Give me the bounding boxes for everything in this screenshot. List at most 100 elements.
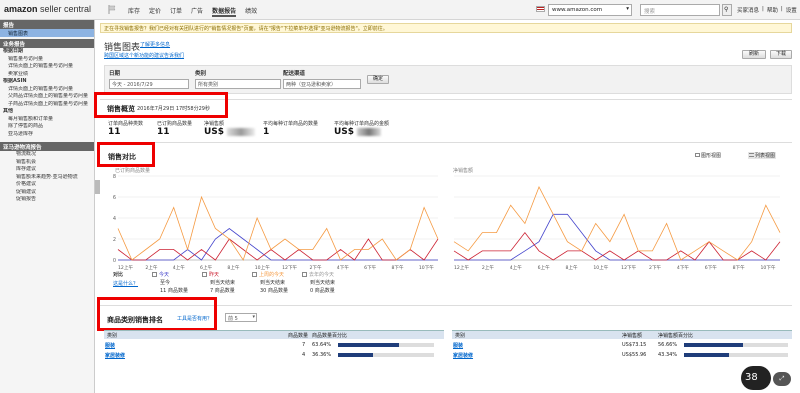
y-tick-label: 4 — [113, 216, 116, 222]
highlight-box — [97, 142, 155, 167]
x-tick-label: 4下午 — [337, 264, 350, 271]
nav-pricing[interactable]: 定价 — [149, 6, 161, 17]
refresh-button[interactable]: 刷新 — [742, 50, 766, 59]
pct-bar — [338, 343, 434, 347]
helper-link[interactable]: 工具是否有用？ — [177, 315, 212, 322]
nav-reports[interactable]: 数据报告 — [212, 6, 237, 17]
whats-this-link[interactable]: 这是什么？ — [113, 280, 138, 287]
metric-value: 1 — [263, 127, 270, 137]
row-pct: 56.66% — [658, 342, 678, 348]
date-select[interactable]: 今天 - 2016/7/29 — [109, 79, 189, 89]
x-tick-label: 8上午 — [227, 264, 240, 271]
right-table-header: 类别 净销售额 净销售额百分比 — [452, 330, 792, 339]
blurred-value — [357, 128, 381, 136]
legend-sub: 至今 — [160, 280, 171, 286]
metric-label: 已订购商品数量 — [157, 121, 193, 127]
notice-banner: 正在寻找销售报告？我们已经对有关团队进行的"销售情况报告"页面，请在"报告"下拉… — [100, 23, 792, 33]
pct-bar — [684, 353, 788, 357]
y-tick-label: 0 — [113, 258, 116, 264]
sidebar-item[interactable]: 亚马逊库存 — [0, 131, 94, 139]
net-sales-chart: 12上午 2上午 4上午 6上午 8上午 10上午 12下午 2下午 4下午 6下午 8下午 10下午 — [453, 175, 781, 271]
x-tick-label: 8下午 — [733, 264, 746, 271]
checkbox[interactable] — [202, 272, 207, 277]
x-tick-label: 2上午 — [482, 264, 495, 271]
sidebar-group-title: 根据ASIN — [3, 78, 27, 84]
marketplace-select[interactable]: www.amazon.com ▾ — [548, 4, 632, 16]
search-icon: ⚲ — [724, 6, 729, 13]
sidebar-item[interactable]: 子商品详情页面上的销售量与访问量 — [0, 101, 94, 109]
category-link[interactable]: 家居装修 — [453, 352, 473, 359]
row-count: 4 — [302, 352, 306, 358]
sidebar-item[interactable]: 销售额未来趋势·亚马逊物流 — [0, 174, 94, 182]
metric-value: 11 — [108, 127, 121, 137]
list-view-toggle[interactable]: 列表视图 — [748, 152, 777, 159]
top-links: 买家消息 | 帮助 | 设置 — [737, 6, 797, 14]
date-label: 日期 — [109, 71, 121, 77]
row-pct: 63.64% — [312, 342, 332, 348]
expand-icon[interactable]: ⤢ — [773, 372, 791, 386]
series-line — [117, 195, 439, 261]
apply-button[interactable]: 确定 — [367, 75, 389, 84]
metric-value: 11 — [157, 127, 170, 137]
sidebar-item[interactable]: 详情页面上的销售量与访问量 — [0, 63, 94, 71]
buyer-messages-link[interactable]: 买家消息 — [737, 6, 759, 14]
chart-icon — [695, 153, 700, 157]
x-tick-label: 6上午 — [538, 264, 551, 271]
legend-sub: 到当天结束 — [260, 280, 286, 286]
graph-view-toggle[interactable]: 图形视图 — [695, 152, 721, 159]
nav-orders[interactable]: 订单 — [170, 6, 182, 17]
checkbox[interactable] — [252, 272, 257, 277]
top-n-select[interactable]: 前 5 ▾ — [225, 313, 257, 322]
sidebar-item-sales-dashboard[interactable]: 销售图表 — [0, 29, 94, 37]
category-link[interactable]: 服装 — [453, 342, 463, 349]
sidebar-item[interactable]: 促销建议 — [0, 189, 94, 197]
legend-same-day-last-year[interactable]: 去年的今天 — [302, 271, 334, 278]
sidebar-heading-fba-reports: 亚马逊物流报告 — [0, 142, 94, 151]
flag-icon[interactable] — [108, 5, 116, 14]
nav-performance[interactable]: 绩效 — [245, 6, 257, 17]
download-button[interactable]: 下载 — [770, 50, 792, 59]
sidebar-item[interactable]: 除了停售的商品 — [0, 123, 94, 131]
sidebar-item[interactable]: 库存建议 — [0, 166, 94, 174]
checkbox[interactable] — [302, 272, 307, 277]
legend-today[interactable]: 今天 — [152, 271, 169, 278]
x-tick-label: 10下午 — [419, 264, 434, 271]
series-line — [454, 213, 780, 261]
legend-count: 11 商品数量 — [160, 288, 188, 294]
sidebar-item[interactable]: 物流概况 — [0, 151, 94, 159]
category-select[interactable]: 所有类别 — [195, 79, 281, 89]
settings-link[interactable]: 设置 — [786, 6, 797, 14]
nav-inventory[interactable]: 库存 — [128, 6, 140, 17]
legend-same-day-last-week[interactable]: 上周的今天 — [252, 271, 284, 278]
channel-select[interactable]: 两种（亚马逊和卖家） — [283, 79, 361, 89]
category-link[interactable]: 家居装修 — [105, 352, 125, 359]
search-input[interactable]: 搜索 — [640, 4, 720, 16]
help-link[interactable]: 帮助 — [767, 6, 778, 14]
x-tick-label: 10上午 — [593, 264, 608, 271]
legend-count: 30 商品数量 — [260, 288, 288, 294]
legend-yesterday[interactable]: 昨天 — [202, 271, 219, 278]
sidebar-item[interactable]: 销售机会 — [0, 159, 94, 167]
sidebar-group-title: 其他 — [3, 108, 14, 114]
list-icon — [749, 153, 754, 157]
x-tick-label: 6下午 — [705, 264, 718, 271]
nav-advertising[interactable]: 广告 — [191, 6, 203, 17]
checkbox[interactable] — [152, 272, 157, 277]
items-ordered-chart: 8 6 4 2 012上午 2上午 4上午 6上午 8上午 10上午 12下午 2下午 4下午 6下午 8下… — [113, 174, 439, 271]
sidebar-item[interactable]: 每月销售额和订单量 — [0, 116, 94, 124]
legend-count: 7 商品数量 — [210, 288, 235, 294]
sidebar-collapse-handle[interactable] — [95, 180, 100, 194]
learn-more-link[interactable]: 了解更多信息 — [140, 41, 170, 48]
sidebar-item[interactable]: 父商品详情页面上的销售量与访问量 — [0, 93, 94, 101]
sidebar-item[interactable]: 详情页面上的销售量与访问量 — [0, 86, 94, 94]
feedback-link[interactable]: 跨国区域这个新功能的建议告诉我们 — [104, 52, 184, 59]
x-tick-label: 12上午 — [118, 264, 133, 271]
sidebar-item[interactable]: 价格建议 — [0, 181, 94, 189]
search-button[interactable]: ⚲ — [722, 4, 732, 16]
sidebar-item[interactable]: 促销报告 — [0, 196, 94, 204]
sidebar-item[interactable]: 卖家业绩 — [0, 71, 94, 79]
amazon-logo[interactable]: amazon seller central — [4, 4, 91, 14]
timer-badge: 38 — [741, 366, 771, 390]
category-link[interactable]: 服装 — [105, 342, 115, 349]
sidebar-item[interactable]: 销售量与访问量 — [0, 56, 94, 64]
